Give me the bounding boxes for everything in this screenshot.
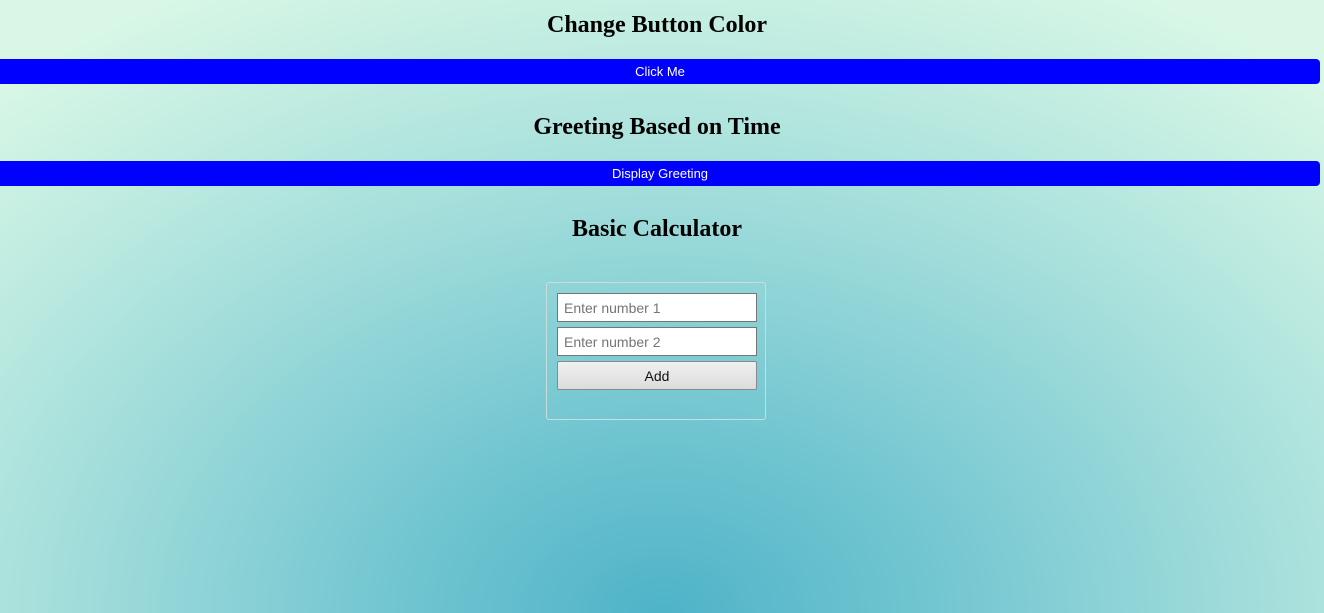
click-me-button[interactable]: Click Me (0, 59, 1320, 84)
change-color-title: Change Button Color (546, 12, 768, 38)
number-1-input[interactable] (557, 293, 757, 322)
display-greeting-button[interactable]: Display Greeting (0, 161, 1320, 186)
calculator-panel: Add (546, 282, 766, 420)
greeting-title: Greeting Based on Time (533, 114, 781, 140)
number-2-input[interactable] (557, 327, 757, 356)
calculator-title: Basic Calculator (572, 216, 742, 242)
add-button[interactable]: Add (557, 361, 757, 390)
